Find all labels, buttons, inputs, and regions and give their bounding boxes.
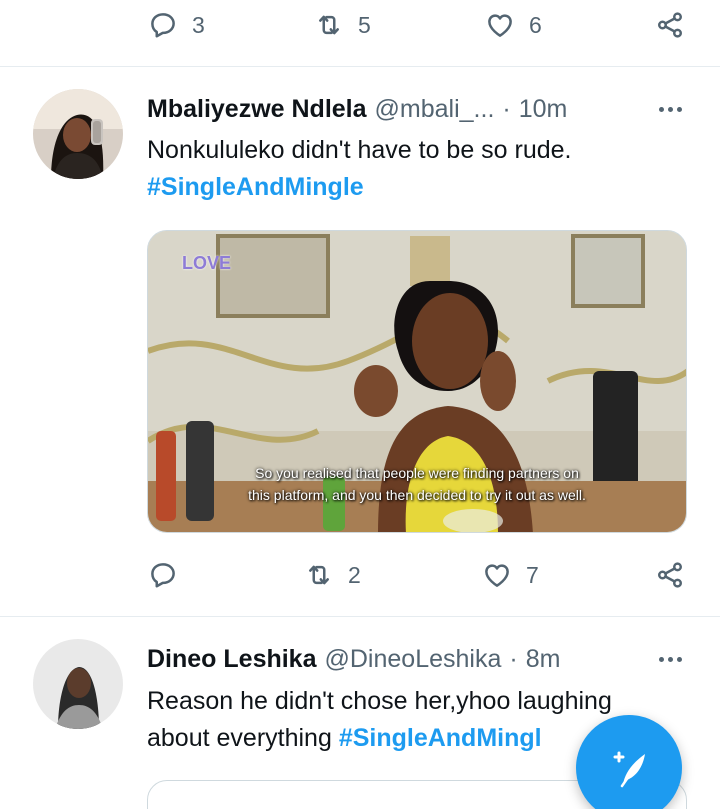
like-count: 6 — [529, 11, 542, 38]
share-icon — [658, 12, 682, 38]
tweet-body-line-2: about everything — [147, 724, 332, 752]
retweet-icon — [309, 565, 329, 585]
like-button[interactable]: 6 — [485, 0, 542, 55]
more-options-icon[interactable] — [659, 642, 682, 676]
share-button[interactable] — [655, 545, 685, 605]
retweet-count: 2 — [348, 561, 361, 588]
avatar[interactable] — [33, 639, 123, 729]
video-subtitle-line-2: this platform, and you then decided to t… — [248, 487, 586, 503]
more-options-icon[interactable] — [659, 92, 682, 126]
like-button[interactable]: 7 — [482, 545, 539, 605]
timestamp[interactable]: 8m — [526, 645, 561, 674]
tweet-body: Nonkululeko didn't have to be so rude. — [147, 136, 572, 164]
display-name[interactable]: Mbaliyezwe Ndlela — [147, 95, 367, 124]
separator-dot: · — [502, 94, 511, 123]
retweet-button[interactable]: 2 — [304, 545, 361, 605]
separator-dot: · — [509, 644, 518, 673]
reply-icon — [151, 563, 175, 588]
timestamp[interactable]: 10m — [519, 95, 568, 124]
display-name[interactable]: Dineo Leshika — [147, 645, 317, 674]
tweet-media[interactable]: LOVE So you realised that people were fi… — [147, 230, 687, 533]
retweet-count: 5 — [358, 11, 371, 38]
share-icon — [658, 562, 682, 588]
handle[interactable]: @DineoLeshika — [325, 645, 502, 674]
video-subtitle-line-1: So you realised that people were finding… — [255, 465, 579, 481]
tweet-header: Dineo Leshika @DineoLeshika · 8m — [147, 642, 690, 676]
tweet-actions-top: 3 5 6 — [0, 0, 720, 55]
heart-icon — [485, 564, 509, 587]
tweet-header: Mbaliyezwe Ndlela @mbali_... · 10m — [147, 92, 690, 126]
handle[interactable]: @mbali_... — [375, 95, 495, 124]
retweet-button[interactable]: 5 — [314, 0, 371, 55]
compose-feather-icon — [613, 751, 645, 788]
hashtag-link[interactable]: #SingleAndMingl — [339, 724, 542, 752]
like-count: 7 — [526, 561, 539, 588]
tweet[interactable]: Mbaliyezwe Ndlela @mbali_... · 10m Nonku… — [0, 67, 720, 617]
share-button[interactable] — [655, 0, 685, 55]
show-logo: LOVE — [182, 253, 232, 273]
tweet-actions: 2 7 — [0, 545, 720, 605]
hashtag-link[interactable]: #SingleAndMingle — [147, 169, 690, 206]
reply-button[interactable] — [148, 545, 178, 605]
reply-count: 3 — [192, 11, 205, 38]
tweet-text: Nonkululeko didn't have to be so rude. #… — [147, 132, 690, 206]
retweet-icon — [319, 15, 339, 35]
reply-icon — [151, 13, 175, 38]
avatar[interactable] — [33, 89, 123, 179]
heart-icon — [488, 14, 512, 37]
reply-button[interactable]: 3 — [148, 0, 205, 55]
